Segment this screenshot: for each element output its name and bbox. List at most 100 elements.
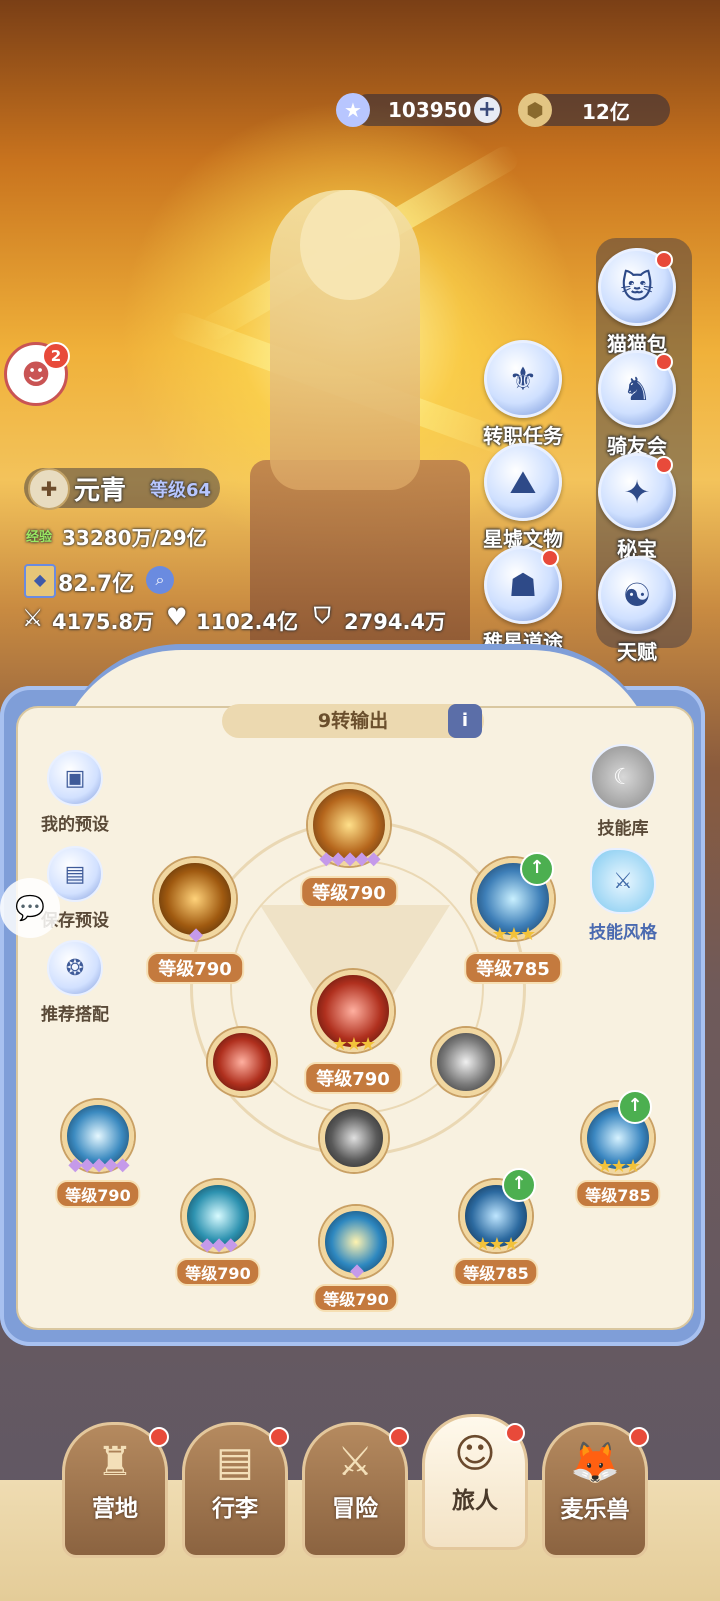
ride-club-button[interactable]: ♞ 骑友会 xyxy=(582,350,692,459)
badge-dot xyxy=(655,353,673,371)
crossed-swords-icon: ⚔ xyxy=(337,1439,373,1485)
treasure-button[interactable]: ✦ 秘宝 xyxy=(582,453,692,562)
skill-level: 等级785 xyxy=(575,1180,661,1208)
nav-traveler[interactable]: ☺ 旅人 xyxy=(422,1414,528,1550)
upgrade-arrow-icon: ↑ xyxy=(618,1090,652,1124)
nav-bag-label: 行李 xyxy=(212,1496,258,1522)
nav-camp[interactable]: ♜ 营地 xyxy=(62,1422,169,1558)
recommend-label: 推荐搭配 xyxy=(41,1005,109,1025)
skill-slot-9[interactable]: ◆◆◆ 等级790 xyxy=(175,1180,261,1286)
skill-slot-8[interactable]: ◆◆◆◆◆ 等级790 xyxy=(55,1100,141,1208)
search-icon[interactable]: ⌕ xyxy=(146,566,174,594)
nav-traveler-label: 旅人 xyxy=(452,1488,498,1514)
skill-level: 等级790 xyxy=(313,1284,399,1312)
skill-level: 等级790 xyxy=(146,952,244,984)
pet-badge: 2 xyxy=(42,342,70,370)
clock-gray-skill-icon xyxy=(432,1028,500,1096)
badge-dot xyxy=(149,1427,169,1447)
relic-button[interactable]: ⛰ 星墟文物 xyxy=(468,443,578,552)
treasure-icon: ✦ xyxy=(598,453,676,531)
upgrade-arrow-icon: ↑ xyxy=(520,852,554,886)
nav-pet[interactable]: 🦊 麦乐兽 xyxy=(542,1422,649,1558)
hp-value: 1102.4亿 xyxy=(196,610,299,634)
horse-icon: ♞ xyxy=(598,350,676,428)
skill-slot-1[interactable]: ◆◆◆◆◆ 等级790 xyxy=(300,784,398,908)
skill-library-label: 技能库 xyxy=(597,819,649,839)
skill-stars: ◆◆◆ xyxy=(200,1234,238,1255)
star-value: 103950 xyxy=(388,98,472,122)
mountain-icon: ⛰ xyxy=(484,443,562,521)
gear-small-skill-icon xyxy=(208,1028,276,1096)
job-change-icon: ⚜ xyxy=(484,340,562,418)
player-name: 元青 xyxy=(74,476,127,506)
skill-level: 等级790 xyxy=(304,1062,402,1094)
skill-library-button[interactable]: ☾ 技能库 xyxy=(578,744,668,839)
gold-coin-icon: ⬢ xyxy=(518,93,552,127)
attack-value: 4175.8万 xyxy=(52,610,155,634)
talent-button[interactable]: ☯ 天赋 xyxy=(582,556,692,665)
skill-slot-6[interactable] xyxy=(432,1028,500,1096)
skill-slot-2[interactable]: ◆ 等级790 xyxy=(146,858,244,984)
preset-icon: ▣ xyxy=(47,750,103,806)
chest-icon: ▤ xyxy=(216,1439,254,1485)
chat-bubble-icon[interactable]: 💬 xyxy=(0,878,60,938)
recommend-icon: ❂ xyxy=(47,940,103,996)
badge-dot xyxy=(269,1427,289,1447)
star-icon: ★ xyxy=(336,93,370,127)
skill-stars: ★★★ xyxy=(491,924,536,945)
my-preset-label: 我的预设 xyxy=(41,815,109,835)
badge-dot xyxy=(655,251,673,269)
nav-adventure-label: 冒险 xyxy=(332,1496,378,1522)
skill-stars: ★★★ xyxy=(331,1034,376,1055)
skill-stars: ◆◆◆◆◆ xyxy=(68,1154,129,1175)
upgrade-arrow-icon: ↑ xyxy=(502,1168,536,1202)
skill-stars: ★★★ xyxy=(474,1234,519,1255)
power-value: 82.7亿 xyxy=(58,572,135,597)
skill-stars: ◆ xyxy=(350,1260,364,1281)
nav-camp-label: 营地 xyxy=(92,1496,138,1522)
skill-style-label: 技能风格 xyxy=(589,923,657,943)
recommend-button[interactable]: ❂ 推荐搭配 xyxy=(30,940,120,1025)
badge-dot xyxy=(505,1423,525,1443)
skill-level: 等级790 xyxy=(175,1258,261,1286)
character-head[interactable] xyxy=(300,190,400,300)
skill-style-button[interactable]: ⚔ 技能风格 xyxy=(578,848,668,943)
job-change-button[interactable]: ⚜ 转职任务 xyxy=(468,340,578,449)
class-emblem-icon: ✚ xyxy=(28,468,70,510)
skill-slot-4[interactable]: ★★★ 等级790 xyxy=(304,970,402,1094)
badge-dot xyxy=(629,1427,649,1447)
nav-bag[interactable]: ▤ 行李 xyxy=(182,1422,289,1558)
skill-level: 等级790 xyxy=(55,1180,141,1208)
nav-adventure[interactable]: ⚔ 冒险 xyxy=(302,1422,409,1558)
skill-slot-3[interactable]: ↑ ★★★ 等级785 xyxy=(464,852,562,984)
exp-value: 33280万/29亿 xyxy=(62,526,207,550)
talent-label: 天赋 xyxy=(617,640,657,664)
player-level: 等级64 xyxy=(150,480,212,501)
skill-slot-11[interactable]: ↑ ★★★ 等级785 xyxy=(453,1168,539,1286)
gold-value: 12亿 xyxy=(582,99,630,124)
hood-icon: ☗ xyxy=(484,546,562,624)
skill-level: 等级790 xyxy=(300,876,398,908)
badge-dot xyxy=(541,549,559,567)
nav-pet-label: 麦乐兽 xyxy=(560,1497,630,1523)
preset-title[interactable]: 9转输出 xyxy=(222,704,484,738)
add-star-button[interactable]: + xyxy=(474,97,500,123)
star-path-button[interactable]: ☗ 稚星道途 xyxy=(468,546,578,655)
skill-level: 等级785 xyxy=(464,952,562,984)
castle-icon: ♜ xyxy=(97,1439,133,1485)
fox-icon: 🦊 xyxy=(570,1440,620,1486)
defense-value: 2794.4万 xyxy=(344,610,447,634)
skill-slot-7[interactable] xyxy=(320,1104,388,1172)
my-preset-button[interactable]: ▣ 我的预设 xyxy=(30,750,120,835)
cat-bag-button[interactable]: 🐱 猫猫包 xyxy=(582,248,692,357)
skill-slot-5[interactable] xyxy=(208,1028,276,1096)
defense-shield-icon: ⛉ xyxy=(314,604,331,629)
skill-style-icon: ⚔ xyxy=(590,848,656,914)
skill-slot-12[interactable]: ↑ ★★★ 等级785 xyxy=(575,1090,661,1208)
cat-bag-icon: 🐱 xyxy=(598,248,676,326)
bottom-nav: ♜ 营地 ▤ 行李 ⚔ 冒险 ☺ 旅人 🦊 麦乐兽 xyxy=(0,1410,720,1601)
skill-stars: ◆◆◆◆◆ xyxy=(319,848,380,869)
skill-slot-10[interactable]: ◆ 等级790 xyxy=(313,1206,399,1312)
hourglass-gray-skill-icon xyxy=(320,1104,388,1172)
info-book-icon[interactable]: i xyxy=(448,704,482,738)
